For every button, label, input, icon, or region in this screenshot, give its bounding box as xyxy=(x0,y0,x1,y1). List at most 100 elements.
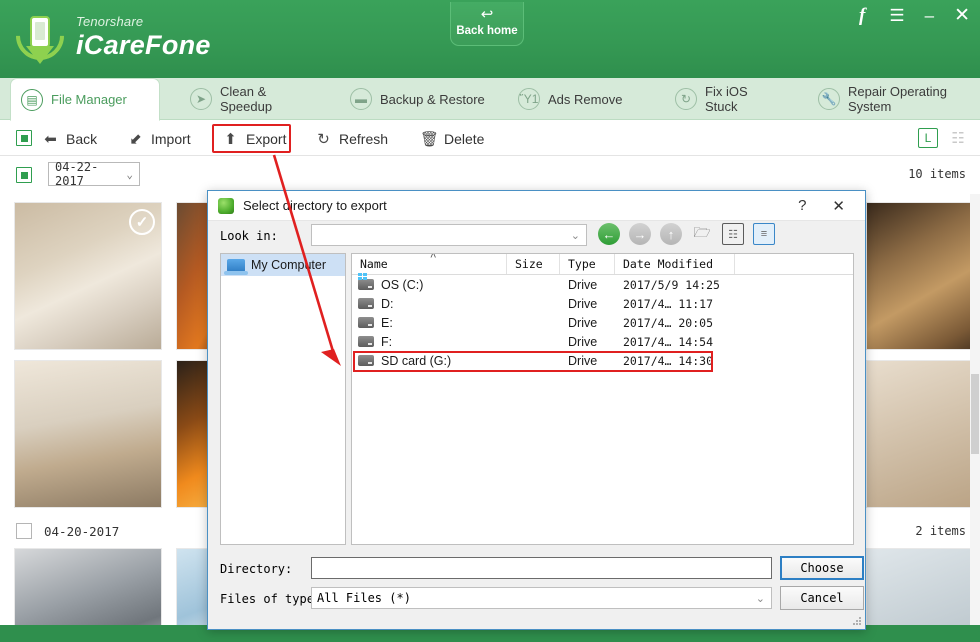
export-button[interactable]: ⬆Export xyxy=(222,121,286,156)
table-row[interactable]: E:Drive2017/4… 20:05 xyxy=(352,313,853,332)
trash-icon: Ὕ1 xyxy=(518,88,540,110)
back-home-icon: ↩ xyxy=(451,5,523,25)
menu-icon[interactable]: ☰ xyxy=(889,6,904,26)
dialog-file-list: NameSizeTypeDate Modified˄ OS (C:)Drive2… xyxy=(351,253,854,545)
new-folder-icon[interactable]: 🗁 xyxy=(691,223,713,245)
icarefone-logo-icon xyxy=(14,8,66,66)
row-name: OS (C:) xyxy=(381,278,423,292)
refresh-button[interactable]: ↻Refresh xyxy=(315,121,388,156)
column-header-label: Type xyxy=(568,257,596,271)
row-name: D: xyxy=(381,297,394,311)
row-type: Drive xyxy=(560,297,615,311)
import-button[interactable]: ⬋ Import xyxy=(127,121,191,156)
group-date-label: 04-20-2017 xyxy=(44,524,119,539)
group-items-count-label: 2 items xyxy=(915,524,966,538)
nav-parent-directory-icon[interactable]: ↑ xyxy=(660,223,682,245)
table-row[interactable]: OS (C:) Drive2017/5/9 14:25 xyxy=(352,275,853,294)
row-type: Drive xyxy=(560,278,615,292)
photo-thumbnail-hallway[interactable] xyxy=(14,360,162,508)
tab-backup-restore[interactable]: ▬ Backup & Restore xyxy=(340,78,495,120)
cancel-button[interactable]: Cancel xyxy=(780,586,864,610)
column-header-size[interactable]: Size xyxy=(507,254,560,274)
select-all-checkbox-icon[interactable] xyxy=(16,167,32,183)
close-icon[interactable]: ✕ xyxy=(832,197,845,215)
photo-thumbnail-partial-right-a[interactable] xyxy=(866,360,980,508)
table-row[interactable]: F:Drive2017/4… 14:54 xyxy=(352,332,853,351)
tab-label: Fix iOS Stuck xyxy=(705,84,780,114)
drive-icon xyxy=(358,317,374,328)
row-type: Drive xyxy=(560,316,615,330)
nav-forward-icon[interactable]: → xyxy=(629,223,651,245)
tab-ads-remove[interactable]: Ὕ1Ads Remove xyxy=(508,78,638,120)
photo-thumbnail-pantry-shelf[interactable]: ✓ xyxy=(866,202,980,350)
grid-vertical-scrollbar[interactable] xyxy=(970,194,980,625)
detail-view-icon[interactable]: ≡ xyxy=(753,223,775,245)
minimize-icon[interactable]: – xyxy=(925,6,934,26)
delete-button[interactable]: 🗑Delete xyxy=(420,121,484,156)
main-tab-bar: ▤File Manager ➤Clean & Speedup ▬ Backup & R… xyxy=(0,78,980,120)
list-view-icon[interactable]: L xyxy=(918,128,938,148)
date-group-select[interactable]: 04-22-2017 ⌄ xyxy=(48,162,140,186)
directory-label: Directory: xyxy=(220,562,292,576)
places-item-my-computer[interactable]: My Computer xyxy=(221,254,345,276)
toolbar-item-label: Refresh xyxy=(339,131,388,147)
column-header-label: Date Modified xyxy=(623,257,713,271)
files-of-type-select[interactable]: All Files (*) ⌄ xyxy=(311,587,772,609)
windows-drive-icon xyxy=(358,279,374,290)
look-in-label: Look in: xyxy=(220,229,278,243)
tab-label: Backup & Restore xyxy=(380,92,485,107)
date-filter-bar: 04-22-2017 ⌄ 10 items xyxy=(0,156,980,194)
tab-clean-speedup[interactable]: ➤Clean & Speedup xyxy=(180,78,330,120)
toolbar-item-label: Export xyxy=(246,131,286,147)
tab-repair-operating-system[interactable]: 🔧Repair Operating System xyxy=(808,78,980,120)
date-group-value: 04-22-2017 xyxy=(55,160,126,188)
facebook-icon[interactable]: f xyxy=(855,5,869,27)
tab-label: File Manager xyxy=(51,92,127,107)
places-item-label: My Computer xyxy=(251,258,326,272)
close-icon[interactable]: ✕ xyxy=(954,4,970,27)
grid-view-icon[interactable]: ☷ xyxy=(948,128,968,148)
help-icon[interactable]: ? xyxy=(798,197,806,215)
row-date-modified: 2017/4… 14:30 xyxy=(615,354,735,368)
photo-thumbnail-kitchen-counter[interactable]: ✓ xyxy=(14,202,162,350)
chevron-down-icon: ⌄ xyxy=(756,592,765,605)
my-computer-icon xyxy=(227,259,245,272)
refresh-circle-icon: ↻ xyxy=(675,88,697,110)
column-header-label: Size xyxy=(515,257,543,271)
photo-selected-checkmark-icon[interactable]: ✓ xyxy=(129,209,155,235)
table-row[interactable]: D:Drive2017/4… 11:17 xyxy=(352,294,853,313)
drive-icon xyxy=(358,298,374,309)
group-select-checkbox[interactable] xyxy=(16,523,32,539)
row-name: SD card (G:) xyxy=(381,354,451,368)
window-controls: f ☰ – ✕ xyxy=(855,4,970,27)
chevron-down-icon: ⌄ xyxy=(571,229,580,242)
dialog-resize-grip[interactable] xyxy=(852,616,862,626)
nav-back-icon[interactable]: ← xyxy=(598,223,620,245)
briefcase-icon: ▬ xyxy=(350,88,372,110)
column-header-date-modified[interactable]: Date Modified xyxy=(615,254,735,274)
back-button[interactable]: ⬅Back xyxy=(42,121,97,156)
import-arrow-icon: ⬋ xyxy=(127,130,144,148)
row-date-modified: 2017/5/9 14:25 xyxy=(615,278,735,292)
select-all-checkbox-icon[interactable] xyxy=(16,130,32,146)
file-list-rows: OS (C:)Drive2017/5/9 14:25D:Drive2017/4…… xyxy=(352,275,853,370)
look-in-combo[interactable]: ⌄ xyxy=(311,224,587,246)
toolbar-item-label: Import xyxy=(151,131,191,147)
back-arrow-icon: ⬅ xyxy=(42,130,59,148)
icon-view-icon[interactable]: ☷ xyxy=(722,223,744,245)
photo-thumbnail-gray-cabinets[interactable] xyxy=(14,548,162,625)
files-of-type-value: All Files (*) xyxy=(317,591,411,605)
choose-button[interactable]: Choose xyxy=(780,556,864,580)
wrench-icon: 🔧 xyxy=(818,88,840,110)
column-header-type[interactable]: Type xyxy=(560,254,615,274)
tab-file-manager[interactable]: ▤File Manager xyxy=(10,78,160,121)
application-window: Tenorshare iCareFone ↩ Back home f ☰ – ✕… xyxy=(0,0,980,642)
back-home-button[interactable]: ↩ Back home xyxy=(450,2,524,46)
photo-thumbnail-partial-right-b[interactable] xyxy=(866,548,980,625)
file-toolbar: L ☷ ⬅Back ⬋ Import ⬆Export ↻Refresh 🗑Delete xyxy=(0,121,980,156)
brand-product-name: iCareFone xyxy=(76,32,211,59)
table-row[interactable]: SD card (G:)Drive2017/4… 14:30 xyxy=(352,351,853,370)
column-header-label: Name xyxy=(360,257,388,271)
directory-input[interactable] xyxy=(311,557,772,579)
tab-fix-ios-stuck[interactable]: ↻ Fix iOS Stuck xyxy=(665,78,790,120)
